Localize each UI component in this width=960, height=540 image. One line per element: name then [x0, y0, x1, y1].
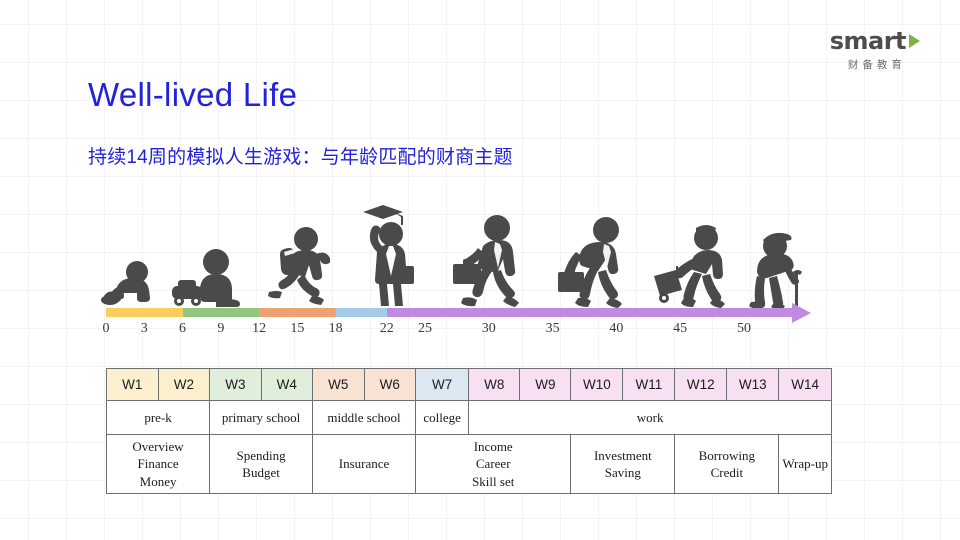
- running-schoolkid-icon: [264, 226, 331, 308]
- week-cell-w8[interactable]: W8: [468, 368, 521, 401]
- logo-mark: smart: [830, 28, 920, 54]
- week-cell-w11[interactable]: W11: [622, 368, 676, 401]
- topic-line: Overview: [132, 439, 184, 455]
- topic-cell: Spending Budget: [209, 434, 313, 494]
- axis-tick-6: 6: [179, 321, 187, 336]
- topic-cell: Wrap-up: [778, 434, 832, 494]
- stage-cell: work: [468, 400, 832, 435]
- topic-cell: Overview Finance Money: [105, 434, 211, 494]
- life-stage-timeline: 0 3 6 9 12 15 18 22 25 30 35 40 45 50: [100, 196, 846, 346]
- stage-cell: primary school: [209, 400, 313, 435]
- topic-line: Credit: [710, 465, 744, 480]
- topic-line: Career: [475, 456, 511, 472]
- stage-cell: pre-k: [105, 400, 211, 435]
- logo-wordmark: smart: [829, 27, 907, 55]
- topic-cell: Borrowing Credit: [674, 434, 780, 494]
- axis-tick-18: 18: [328, 321, 343, 336]
- play-triangle-icon: [909, 34, 920, 48]
- topic-line: Borrowing: [698, 447, 755, 463]
- axis-tick-25: 25: [417, 321, 432, 336]
- week-cell-w4[interactable]: W4: [260, 368, 314, 401]
- week-cell-w6[interactable]: W6: [363, 368, 417, 401]
- toddler-with-toy-car-icon: [170, 246, 246, 308]
- topic-row: Overview Finance Money Spending Budget Insura…: [105, 434, 832, 494]
- week-cell-w13[interactable]: W13: [726, 368, 780, 401]
- axis-tick-22: 22: [379, 321, 394, 336]
- timeline-segment-primary: [182, 308, 260, 317]
- topic-line: Spending: [236, 447, 286, 463]
- traveler-with-suitcase-icon: [650, 222, 736, 308]
- timeline-segment-early-childhood: [106, 308, 183, 317]
- topic-line: Budget: [242, 465, 280, 480]
- axis-tick-15: 15: [290, 321, 305, 336]
- curriculum-table: W1 W2 W3 W4 W5 W6 W7 W8 W9 W10 W11 W12 W13 W14 pre-k p…: [105, 368, 832, 494]
- week-cell-w10[interactable]: W10: [570, 368, 624, 401]
- axis-tick-30: 30: [481, 321, 496, 336]
- topic-line: Money: [139, 473, 177, 489]
- axis-tick-12: 12: [252, 321, 267, 336]
- worker-with-briefcase-icon: [554, 214, 628, 308]
- week-cell-w2[interactable]: W2: [157, 368, 211, 401]
- topic-line: Income: [473, 439, 513, 455]
- crawling-baby-icon: [100, 256, 163, 308]
- week-cell-w7[interactable]: W7: [415, 368, 470, 401]
- business-person-icon: [449, 214, 529, 308]
- week-header-row: W1 W2 W3 W4 W5 W6 W7 W8 W9 W10 W11 W12 W13 W14: [106, 368, 832, 401]
- topic-line: Saving: [604, 465, 641, 480]
- week-cell-w3[interactable]: W3: [209, 368, 262, 401]
- timeline-axis: 0 3 6 9 12 15 18 22 25 30 35 40 45 50: [102, 302, 846, 346]
- axis-tick-40: 40: [609, 321, 624, 336]
- timeline-figure-row: [100, 196, 846, 308]
- timeline-color-bar: [106, 308, 795, 317]
- topic-cell: Investment Saving: [570, 434, 676, 494]
- page-subtitle: 持续14周的模拟人生游戏：与年龄匹配的财商主题: [88, 147, 513, 168]
- topic-line: Finance: [137, 456, 179, 472]
- stage-row: pre-k primary school middle school college w…: [105, 400, 832, 435]
- timeline-arrow-icon: [792, 302, 811, 323]
- stage-cell: college: [415, 400, 470, 435]
- axis-tick-35: 35: [545, 321, 560, 336]
- topic-line: Insurance: [338, 456, 390, 472]
- timeline-segment-work: [386, 308, 795, 317]
- stage-cell: middle school: [311, 400, 417, 435]
- week-cell-w9[interactable]: W9: [519, 368, 572, 401]
- brand-logo: smart 财备教育: [830, 28, 920, 72]
- week-cell-w5[interactable]: W5: [312, 368, 365, 401]
- logo-chinese-name: 财备教育: [847, 59, 906, 71]
- topic-cell: Insurance: [311, 434, 417, 494]
- topic-cell: Income Career Skill set: [415, 434, 572, 494]
- week-cell-w14[interactable]: W14: [778, 368, 832, 401]
- graduate-icon: [355, 204, 419, 308]
- topic-line: Skill set: [472, 473, 515, 489]
- topic-line: Investment: [593, 447, 652, 463]
- axis-tick-9: 9: [217, 321, 225, 336]
- timeline-segment-middle: [259, 308, 336, 317]
- week-cell-w12[interactable]: W12: [674, 368, 728, 401]
- axis-tick-45: 45: [673, 321, 688, 336]
- timeline-segment-college: [335, 308, 387, 317]
- axis-tick-50: 50: [736, 321, 751, 336]
- elderly-with-cane-icon: [749, 226, 815, 308]
- page-title: Well-lived Life: [88, 76, 298, 113]
- axis-tick-0: 0: [102, 321, 110, 336]
- week-cell-w1[interactable]: W1: [106, 368, 159, 401]
- axis-tick-3: 3: [140, 321, 148, 336]
- topic-line: Wrap-up: [782, 456, 828, 472]
